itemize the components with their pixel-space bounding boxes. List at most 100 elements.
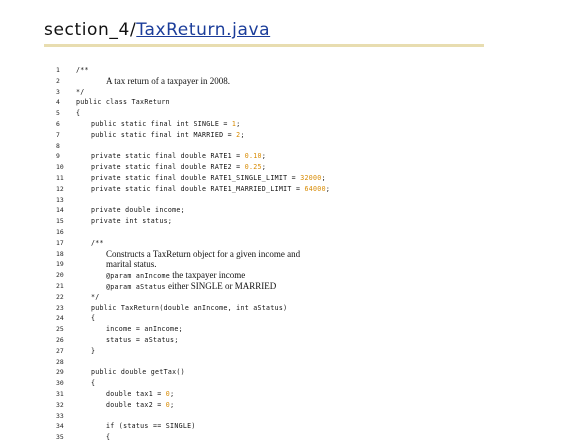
code-token: /** <box>91 238 104 247</box>
code-token: public static final int MARRIED = <box>91 130 237 139</box>
code-token: private static final double RATE1_SINGLE… <box>91 173 301 182</box>
line-number: 12 <box>56 184 64 193</box>
code-line: 1 /** <box>56 65 516 76</box>
line-number: 5 <box>56 109 60 118</box>
code-token: private static final double RATE1 = <box>91 152 245 161</box>
file-link[interactable]: TaxReturn.java <box>136 20 270 40</box>
code-token: ; <box>261 152 267 161</box>
code-line: 30 { <box>56 378 516 389</box>
code-line: 33 <box>56 411 516 422</box>
code-token: ; <box>170 400 175 409</box>
code-line: 13 <box>56 195 516 206</box>
line-number: 33 <box>56 411 64 420</box>
line-number: 31 <box>56 389 64 398</box>
code-line: 3 */ <box>56 87 516 98</box>
code-text: private int status; <box>91 216 172 227</box>
code-token: ; <box>261 163 267 172</box>
code-text: private static final double RATE1 = 0.10… <box>91 151 266 162</box>
code-line: 6 public static final int SINGLE = 1; <box>56 119 516 130</box>
line-number: 11 <box>56 173 64 182</box>
code-line: 19 marital status. <box>56 259 516 270</box>
line-number: 27 <box>56 346 64 355</box>
code-token: ; <box>170 389 175 398</box>
code-token: marital status. <box>106 259 157 270</box>
line-number: 13 <box>56 195 64 204</box>
code-token: { <box>76 109 81 118</box>
line-number: 21 <box>56 281 64 290</box>
code-text: public double getTax() <box>91 367 185 378</box>
line-number: 17 <box>56 238 64 247</box>
code-line: 9 private static final double RATE1 = 0.1… <box>56 151 516 162</box>
code-text: A tax return of a taxpayer in 2008. <box>106 76 230 87</box>
doc-comment-text: the taxpayer income <box>170 270 246 281</box>
code-token: double tax2 = <box>106 400 166 409</box>
code-line: 23 public TaxReturn(double anIncome, int … <box>56 303 516 314</box>
code-line: 8 <box>56 141 516 152</box>
code-token: public double getTax() <box>91 368 185 377</box>
code-line: 17 /** <box>56 238 516 249</box>
code-token: A tax return of a taxpayer in 2008. <box>106 75 230 86</box>
file-path-heading: section_4/TaxReturn.java <box>44 20 270 40</box>
code-line: 15 private int status; <box>56 216 516 227</box>
line-number: 34 <box>56 422 64 431</box>
code-token: public static final int SINGLE = <box>91 119 232 128</box>
code-text: double tax1 = 0; <box>106 389 174 400</box>
code-text: */ <box>76 87 85 98</box>
file-path-prefix: section_4/ <box>44 20 137 40</box>
doc-comment-text: either SINGLE or MARRIED <box>165 280 277 291</box>
line-number: 28 <box>56 357 64 366</box>
code-token: { <box>91 379 96 388</box>
code-text: status = aStatus; <box>106 335 179 346</box>
code-token: ; <box>240 130 245 139</box>
code-text: public TaxReturn(double anIncome, int aS… <box>91 303 287 314</box>
code-token: ; <box>325 184 331 193</box>
code-token: ; <box>236 119 241 128</box>
line-number: 6 <box>56 119 60 128</box>
code-token: Constructs a TaxReturn object for a give… <box>106 248 301 259</box>
code-token: private static final double RATE2 = <box>91 163 245 172</box>
code-token: double tax1 = <box>106 389 166 398</box>
code-text: } <box>91 346 95 357</box>
line-number: 29 <box>56 368 64 377</box>
numeric-literal: 0.25 <box>244 163 262 172</box>
code-line: 5{ <box>56 108 516 119</box>
line-number: 18 <box>56 249 64 258</box>
code-token: @param anIncome <box>106 272 171 281</box>
code-line: 35 { <box>56 432 516 443</box>
code-line: 11 private static final double RATE1_SING… <box>56 173 516 184</box>
numeric-literal: 64000 <box>304 184 326 193</box>
code-token: income = anIncome; <box>106 325 183 334</box>
code-line: 21 @param aStatus either SINGLE or MARRIE… <box>56 281 516 292</box>
code-text: double tax2 = 0; <box>106 400 174 411</box>
code-line: 4 public class TaxReturn <box>56 97 516 108</box>
code-token: if (status == SINGLE) <box>106 422 196 431</box>
code-line: 20 @param anIncome the taxpayer income <box>56 270 516 281</box>
code-token: public TaxReturn(double anIncome, int aS… <box>91 303 288 312</box>
code-text: public static final int MARRIED = 2; <box>91 130 245 141</box>
code-text: */ <box>91 292 100 303</box>
code-token: private int status; <box>91 217 173 226</box>
code-line: 34 if (status == SINGLE) <box>56 421 516 432</box>
code-line: 25 income = anIncome; <box>56 324 516 335</box>
code-token: /** <box>76 66 89 74</box>
line-number: 25 <box>56 325 64 334</box>
code-text: { <box>91 313 95 324</box>
code-line: 12 private static final double RATE1_MARR… <box>56 184 516 195</box>
code-text: if (status == SINGLE) <box>106 421 196 432</box>
line-number: 19 <box>56 260 64 269</box>
code-token: @param aStatus <box>106 282 166 291</box>
line-number: 2 <box>56 76 60 85</box>
code-token: ; <box>321 173 326 182</box>
code-token: private static final double RATE1_MARRIE… <box>91 184 305 193</box>
code-line: 32 double tax2 = 0; <box>56 400 516 411</box>
header-divider <box>44 44 484 47</box>
code-token: */ <box>76 87 85 96</box>
numeric-literal: 32000 <box>300 173 322 182</box>
code-text: private static final double RATE1_SINGLE… <box>91 173 326 184</box>
code-line: 16 <box>56 227 516 238</box>
line-number: 20 <box>56 271 64 280</box>
code-token: */ <box>91 292 100 301</box>
code-text: marital status. <box>106 259 157 270</box>
code-text: private static final double RATE2 = 0.25… <box>91 162 266 173</box>
line-number: 24 <box>56 314 64 323</box>
